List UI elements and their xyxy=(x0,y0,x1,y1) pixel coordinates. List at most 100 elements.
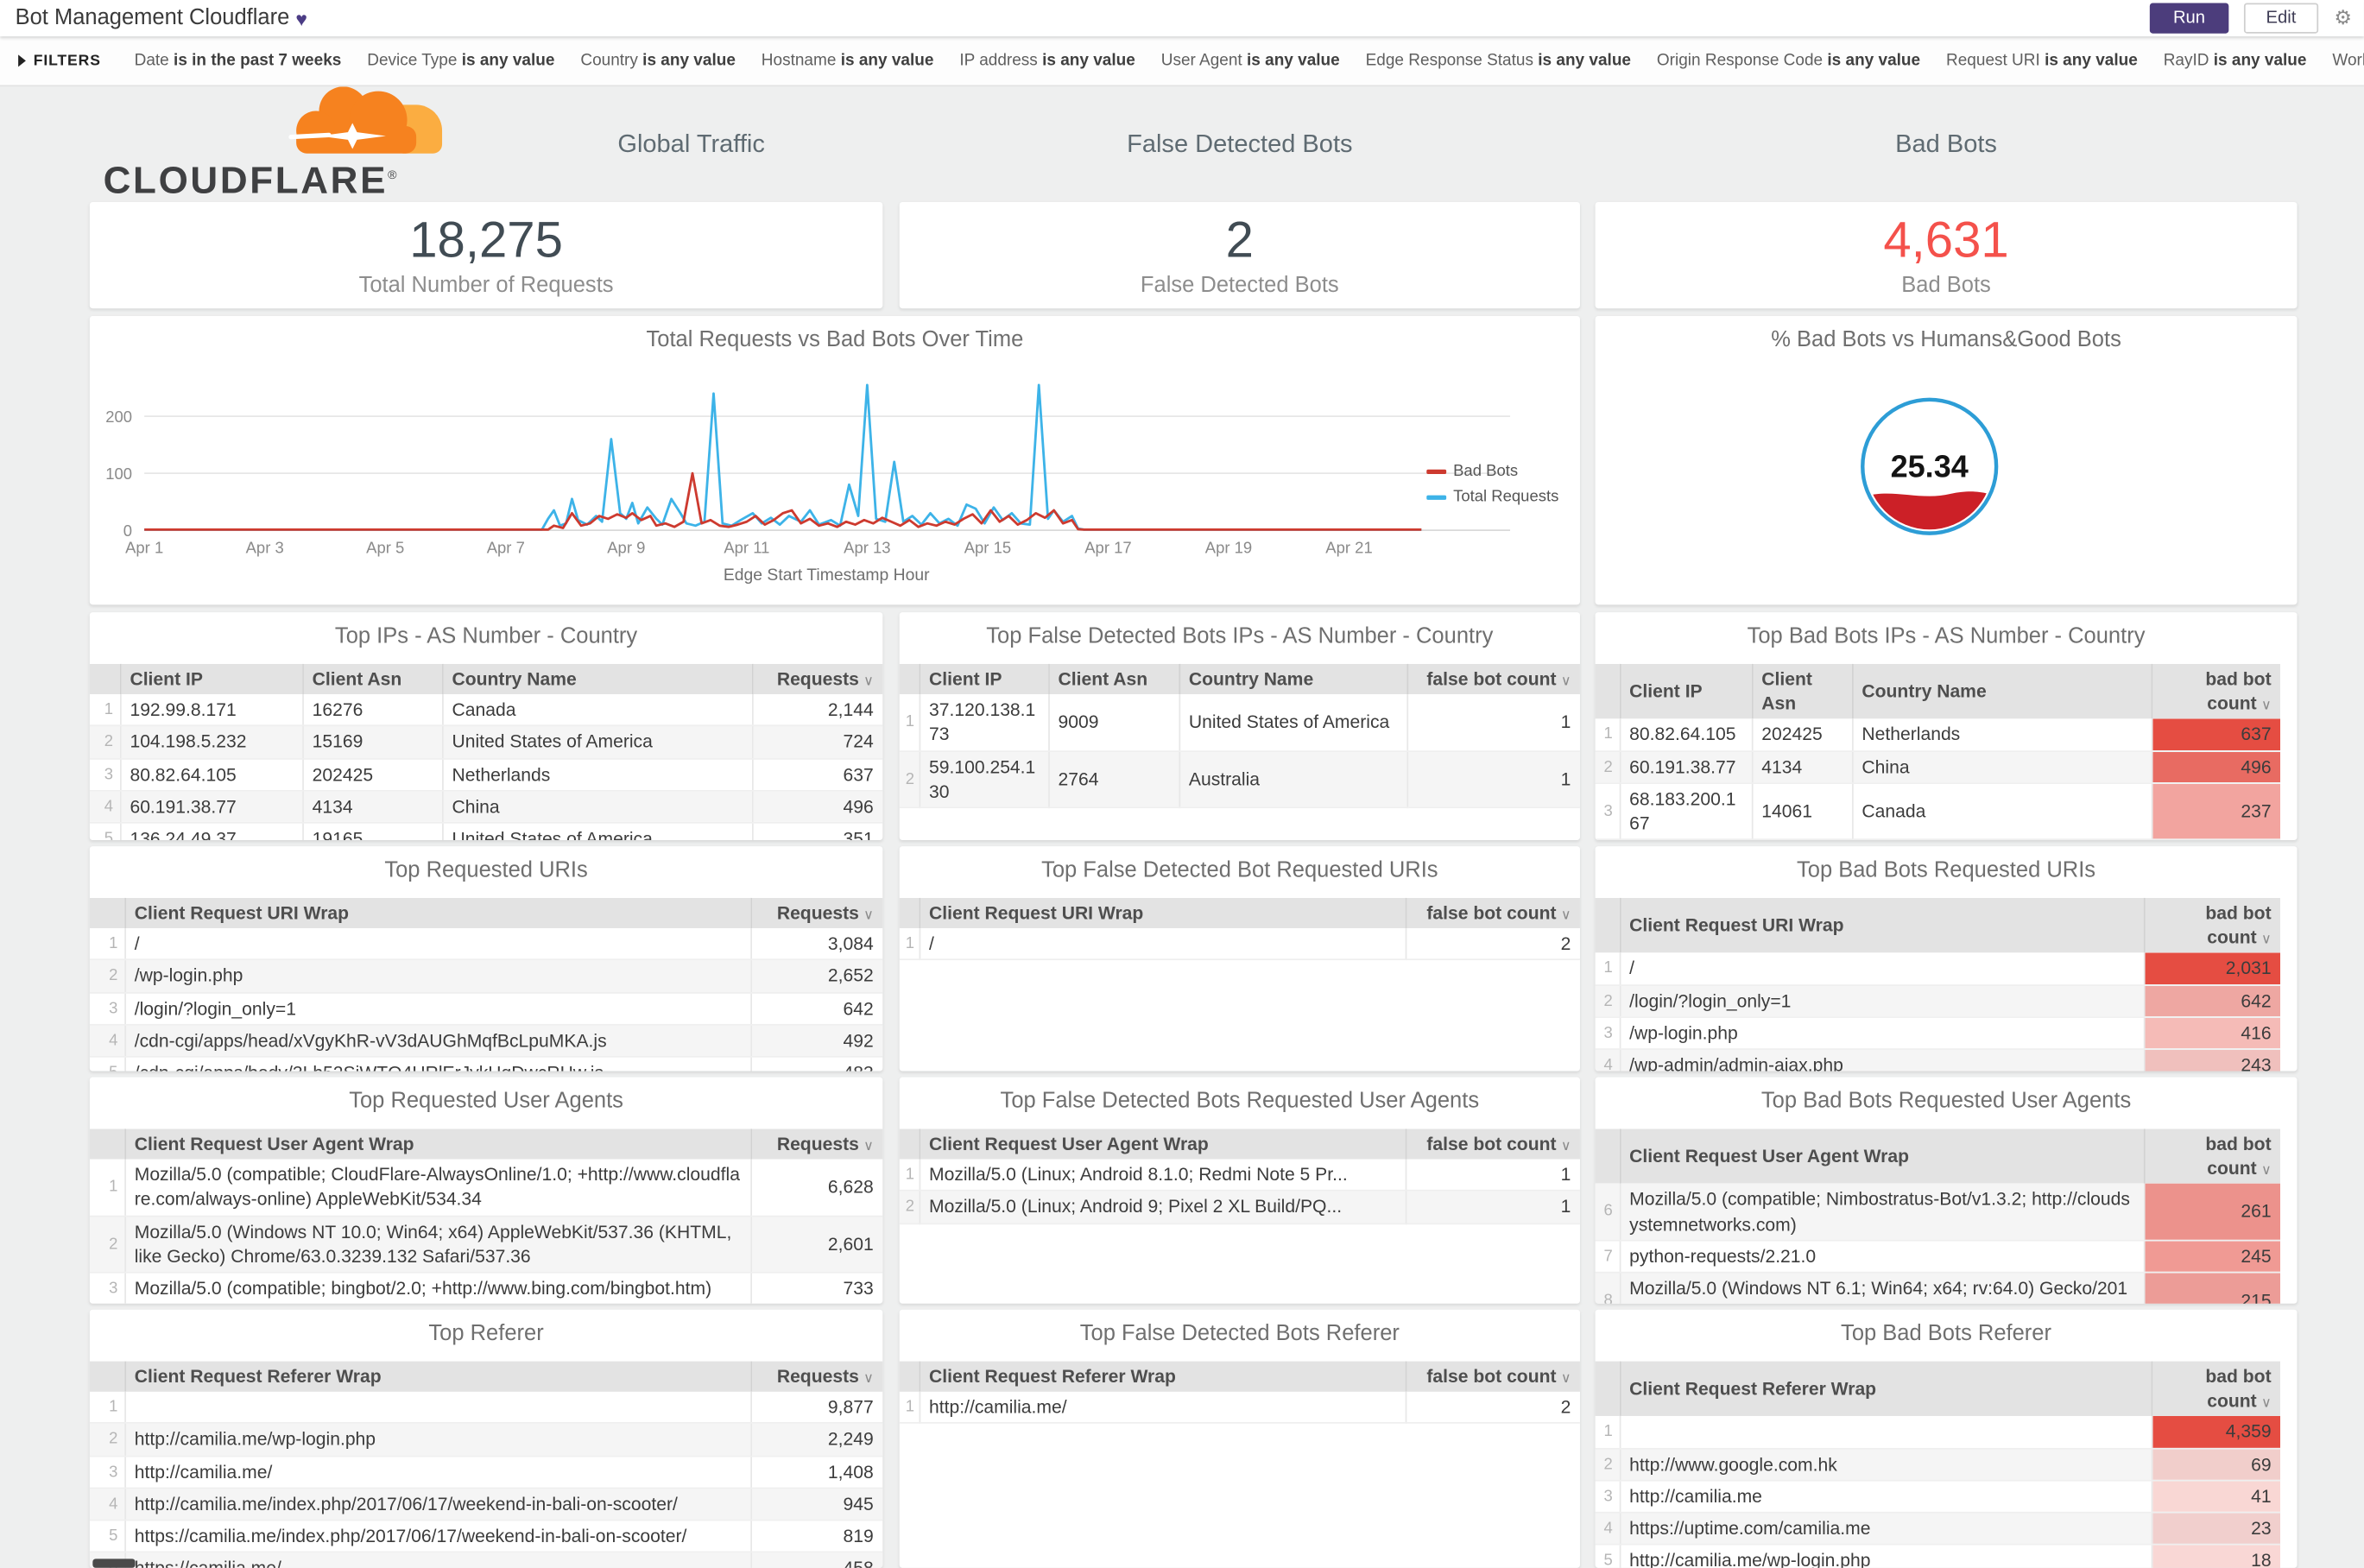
filter-item[interactable]: User Agent is any value xyxy=(1161,52,1340,70)
table-row[interactable]: 8 Mozilla/5.0 (Windows NT 6.1; Win64; x64… xyxy=(1595,1272,2281,1304)
table-row[interactable]: 1 9,877 xyxy=(89,1392,883,1425)
table-row[interactable]: 3/login/?login_only=1 642 xyxy=(89,992,883,1026)
filter-item[interactable]: Request URI is any value xyxy=(1946,52,2138,70)
gear-icon[interactable]: ⚙ xyxy=(2334,6,2352,30)
column-header[interactable]: false bot count ∨ xyxy=(1405,1361,1580,1393)
column-header[interactable]: Client Request User Agent Wrap xyxy=(919,1129,1406,1160)
column-header[interactable]: bad bot count ∨ xyxy=(2151,663,2281,719)
table-row[interactable]: 5 http://camilia.me/wp-login.php 18 xyxy=(1595,1544,2281,1568)
legend-item-bad-bots[interactable]: Bad Bots xyxy=(1425,462,1558,480)
table-row[interactable]: 3 80.82.64.105 202425 Netherlands 637 xyxy=(89,758,883,792)
table-row[interactable]: 1 37.120.138.173 9009 United States of Amer… xyxy=(899,694,1580,752)
column-header[interactable]: Client Request Referer Wrap xyxy=(124,1361,752,1393)
table-row[interactable]: 2 http://camilia.me/wp-login.php 2,249 xyxy=(89,1423,883,1457)
table-row[interactable]: 5 https://camilia.me/index.php/2017/06/17… xyxy=(89,1520,883,1553)
table-row[interactable]: 2 60.191.38.77 4134 China 496 xyxy=(1595,750,2281,784)
table-row[interactable]: 4 60.191.38.77 4134 China 496 xyxy=(89,790,883,824)
column-header[interactable]: Requests ∨ xyxy=(752,663,883,695)
y-tick-label: 0 xyxy=(123,522,132,540)
page-title: Bot Management Cloudflare xyxy=(15,6,290,31)
column-header[interactable]: Client Request Referer Wrap xyxy=(1619,1361,2152,1417)
table-row[interactable]: 5/cdn-cgi/apps/body/3Lh52SjWTQ4HRlErJykH… xyxy=(89,1056,883,1072)
table-row[interactable]: 6 Mozilla/5.0 (compatible; Nimbostratus-B… xyxy=(1595,1184,2281,1242)
table-row[interactable]: 6https://camilia.me/458 xyxy=(89,1552,883,1568)
table-row[interactable]: 1/2 xyxy=(899,928,1580,961)
column-header[interactable]: Client Request URI Wrap xyxy=(124,897,752,929)
column-header[interactable]: bad bot count ∨ xyxy=(2151,1361,2281,1417)
column-header[interactable]: Client IP xyxy=(919,663,1050,695)
column-header[interactable]: Country Name xyxy=(442,663,753,695)
column-header[interactable]: Client Asn xyxy=(1751,663,1853,719)
column-header[interactable]: Client Request User Agent Wrap xyxy=(124,1129,752,1160)
filter-item[interactable]: Hostname is any value xyxy=(762,52,934,70)
run-button[interactable]: Run xyxy=(2150,3,2228,34)
column-header[interactable]: Requests ∨ xyxy=(750,1129,883,1160)
table-row[interactable]: 2 Mozilla/5.0 (Windows NT 10.0; Win64; x6… xyxy=(89,1215,883,1274)
edit-button[interactable]: Edit xyxy=(2243,3,2319,34)
table-row[interactable]: 1/3,084 xyxy=(89,928,883,961)
column-header[interactable]: false bot count ∨ xyxy=(1405,1129,1580,1160)
table-row[interactable]: 461.160.221.7323650China144 xyxy=(1595,839,2281,841)
legend-item-total-requests[interactable]: Total Requests xyxy=(1425,488,1558,506)
filter-item[interactable]: Device Type is any value xyxy=(367,52,554,70)
table-row[interactable]: 3/wp-login.php 416 xyxy=(1595,1016,2281,1050)
value-cell: 144 xyxy=(2151,839,2281,841)
table-row[interactable]: 1 Mozilla/5.0 (compatible; CloudFlare-Alw… xyxy=(89,1159,883,1217)
scrollbar-thumb[interactable] xyxy=(92,1559,136,1568)
table-row[interactable]: 2 59.100.254.130 2764 Australia 1 xyxy=(899,750,1580,809)
table-row[interactable]: 4 https://uptime.com/camilia.me 23 xyxy=(1595,1512,2281,1546)
table-row[interactable]: 1 192.99.8.171 16276 Canada 2,144 xyxy=(89,694,883,727)
column-header[interactable]: Client Request Referer Wrap xyxy=(919,1361,1406,1393)
column-header[interactable]: Country Name xyxy=(1851,663,2152,719)
filter-item[interactable]: IP address is any value xyxy=(959,52,1135,70)
table-row[interactable]: 2/wp-login.php 2,652 xyxy=(89,959,883,994)
filter-item[interactable]: Country is any value xyxy=(580,52,736,70)
column-header[interactable]: bad bot count ∨ xyxy=(2143,897,2281,953)
filter-item[interactable]: RayID is any value xyxy=(2164,52,2307,70)
table-row[interactable]: 1/2,031 xyxy=(1595,952,2281,986)
table-row[interactable]: 4 http://camilia.me/index.php/2017/06/17/… xyxy=(89,1488,883,1521)
table-row[interactable]: 3 68.183.200.167 14061 Canada 237 xyxy=(1595,782,2281,841)
table-row[interactable]: 3 http://camilia.me/1,408 xyxy=(89,1455,883,1489)
table-row[interactable]: 1 http://camilia.me/2 xyxy=(899,1392,1580,1425)
filters-toggle[interactable]: FILTERS xyxy=(18,53,101,69)
table-row[interactable]: 1 Mozilla/5.0 (Linux; Android 8.1.0; Redm… xyxy=(899,1159,1580,1192)
column-header[interactable]: Client Asn xyxy=(302,663,443,695)
table-row[interactable]: 5 136.24.49.37 19165 United States of Ameri… xyxy=(89,822,883,841)
filter-item[interactable]: Worker Subrequest is... xyxy=(2332,52,2364,70)
column-header[interactable]: Client Request User Agent Wrap xyxy=(1619,1129,2145,1185)
row-number: 1 xyxy=(899,694,920,752)
table-row[interactable]: 2 104.198.5.232 15169 United States of Amer… xyxy=(89,725,883,760)
column-header[interactable]: Country Name xyxy=(1179,663,1408,695)
column-header[interactable]: Requests ∨ xyxy=(750,1361,883,1393)
column-header[interactable]: Client Request URI Wrap xyxy=(1619,897,2145,953)
filter-item[interactable]: Date is in the past 7 weeks xyxy=(135,52,342,70)
data-cell: Mozilla/5.0 (compatible; bingbot/2.0; +h… xyxy=(124,1272,752,1304)
sort-desc-icon: ∨ xyxy=(2260,1162,2272,1179)
table-row[interactable]: 2/login/?login_only=1 642 xyxy=(1595,984,2281,1018)
table-row[interactable]: 1 4,359 xyxy=(1595,1416,2281,1449)
column-header[interactable]: Client IP xyxy=(120,663,304,695)
column-header[interactable]: Requests ∨ xyxy=(750,897,883,929)
line-chart[interactable]: 0 100 200 Apr 1 Apr 3 Apr 5 Apr 7 Apr 9 Apr 11 Ap… xyxy=(90,316,1580,604)
filter-item[interactable]: Edge Response Status is any value xyxy=(1366,52,1631,70)
table-row[interactable]: 2 http://www.google.com.hk 69 xyxy=(1595,1448,2281,1482)
column-header[interactable]: bad bot count ∨ xyxy=(2143,1129,2281,1185)
table-row[interactable]: 1 80.82.64.105 202425 Netherlands 637 xyxy=(1595,718,2281,752)
table-row[interactable]: 3 Mozilla/5.0 (compatible; bingbot/2.0; +… xyxy=(89,1272,883,1304)
column-header[interactable]: Client Asn xyxy=(1048,663,1180,695)
panel-top-bad-bot-user-agents: Top Bad Bots Requested User Agents Clien… xyxy=(1595,1077,2298,1304)
filter-item[interactable]: Origin Response Code is any value xyxy=(1657,52,1920,70)
data-cell xyxy=(124,1392,752,1425)
table-row[interactable]: 2 Mozilla/5.0 (Linux; Android 9; Pixel 2 … xyxy=(899,1191,1580,1224)
table-row[interactable]: 4/wp-admin/admin-ajax.php 243 xyxy=(1595,1048,2281,1072)
column-header[interactable]: Client Request URI Wrap xyxy=(919,897,1406,929)
data-cell: United States of America xyxy=(1179,694,1408,752)
table-row[interactable]: 7 python-requests/2.21.0 245 xyxy=(1595,1240,2281,1274)
column-header[interactable]: Client IP xyxy=(1619,663,1753,719)
column-header[interactable]: false bot count ∨ xyxy=(1406,663,1580,695)
gauge-chart[interactable]: 25.34 xyxy=(1596,316,2298,604)
table-row[interactable]: 3 http://camilia.me 41 xyxy=(1595,1480,2281,1514)
column-header[interactable]: false bot count ∨ xyxy=(1405,897,1580,929)
table-row[interactable]: 4/cdn-cgi/apps/head/xVgyKhR-vV3dAUGhMqfB… xyxy=(89,1024,883,1058)
